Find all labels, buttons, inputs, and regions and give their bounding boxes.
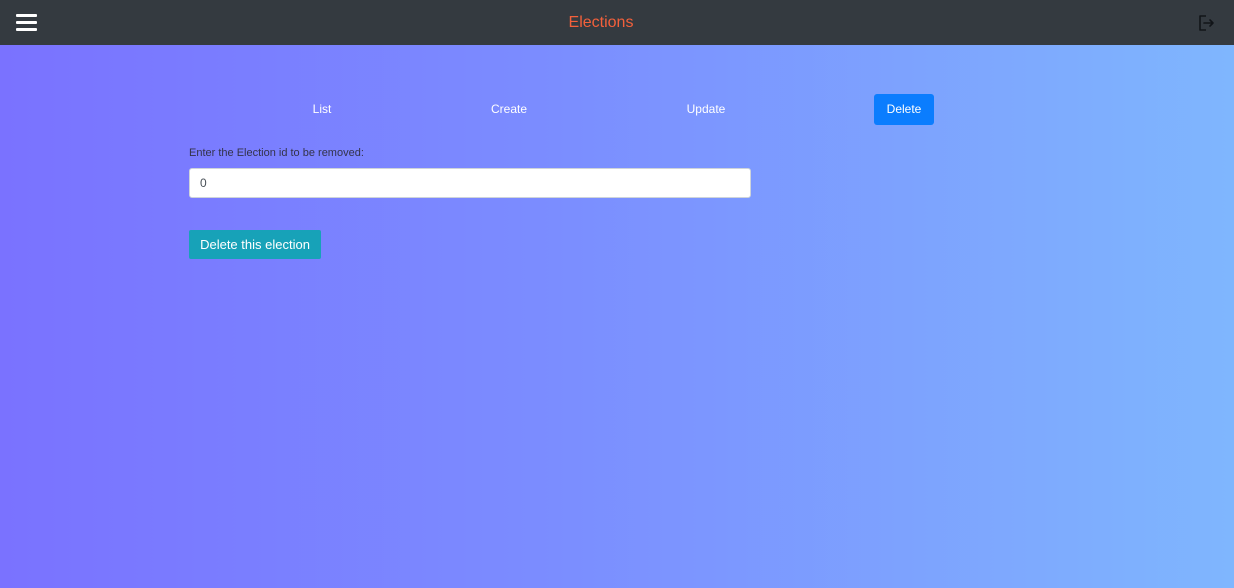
tab-delete[interactable]: Delete — [874, 94, 934, 125]
election-tabs: List Create Update Delete — [0, 94, 1234, 125]
top-navbar: Elections — [0, 0, 1234, 45]
tab-update[interactable]: Update — [675, 94, 737, 125]
logout-icon[interactable] — [1196, 13, 1216, 33]
tab-create[interactable]: Create — [478, 94, 540, 125]
tab-list[interactable]: List — [292, 94, 352, 125]
election-id-label: Enter the Election id to be removed: — [189, 147, 364, 159]
delete-election-button[interactable]: Delete this election — [189, 230, 321, 259]
election-id-input[interactable] — [189, 168, 751, 198]
page-title: Elections — [568, 14, 634, 31]
